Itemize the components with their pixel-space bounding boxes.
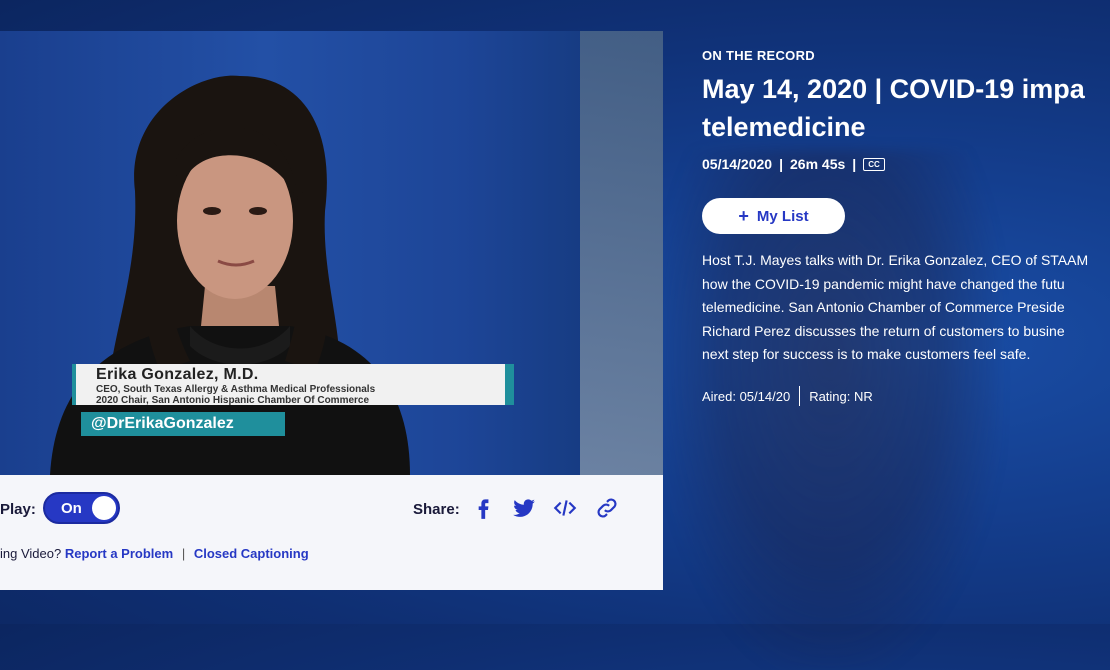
autoplay-state: On: [61, 500, 82, 517]
episode-title-line-1: May 14, 2020 | COVID-19 impa: [702, 74, 1085, 104]
description-line: telemedicine. San Antonio Chamber of Com…: [702, 299, 1065, 316]
social-handle: @DrErikaGonzalez: [81, 412, 285, 436]
episode-description: Host T.J. Mayes talks with Dr. Erika Gon…: [702, 249, 1110, 367]
divider: [799, 386, 801, 406]
video-controls-bar: Play: On Share: ing Video? Report a Prob…: [0, 475, 663, 590]
description-line: Richard Perez discusses the return of cu…: [702, 322, 1065, 339]
help-line: ing Video? Report a Problem | Closed Cap…: [0, 546, 309, 561]
my-list-label: My List: [756, 207, 809, 225]
description-line: next step for success is to make custome…: [702, 346, 1031, 363]
report-problem-link[interactable]: Report a Problem: [65, 546, 173, 561]
show-name[interactable]: ON THE RECORD: [702, 48, 815, 63]
meta-separator: |: [852, 156, 857, 172]
guest-title-line-1: CEO, South Texas Allergy & Asthma Medica…: [96, 384, 376, 395]
autoplay-toggle[interactable]: On: [43, 492, 120, 524]
twitter-icon[interactable]: [511, 495, 537, 521]
meta-separator: |: [779, 156, 783, 172]
copy-link-icon[interactable]: [594, 495, 620, 521]
toggle-knob: [92, 496, 116, 520]
plus-icon: +: [738, 206, 749, 226]
guest-name: Erika Gonzalez, M.D.: [96, 366, 259, 383]
my-list-button[interactable]: + My List: [702, 198, 845, 234]
studio-backdrop: [580, 31, 663, 475]
video-player[interactable]: Erika Gonzalez, M.D. CEO, South Texas Al…: [0, 31, 663, 475]
description-line: Host T.J. Mayes talks with Dr. Erika Gon…: [702, 252, 1089, 268]
share-label: Share:: [413, 501, 460, 518]
help-prefix: ing Video?: [0, 546, 62, 561]
episode-meta: 05/14/2020 | 26m 45s | CC: [702, 156, 885, 172]
closed-captioning-link[interactable]: Closed Captioning: [194, 546, 309, 561]
aired-date: Aired: 05/14/20: [702, 388, 791, 404]
episode-title-line-2: telemedicine: [702, 112, 866, 142]
facebook-icon[interactable]: [470, 495, 496, 521]
air-date: 05/14/2020: [702, 156, 773, 172]
aired-rating: Aired: 05/14/20 Rating: NR: [702, 386, 873, 406]
description-line: how the COVID-19 pandemic might have cha…: [702, 275, 1065, 292]
episode-title: May 14, 2020 | COVID-19 impa telemedicin…: [702, 70, 1110, 146]
duration: 26m 45s: [790, 156, 846, 172]
cc-icon: CC: [863, 157, 885, 171]
embed-code-icon[interactable]: [552, 495, 578, 521]
lower-third-caption: Erika Gonzalez, M.D. CEO, South Texas Al…: [72, 364, 514, 406]
guest-title-line-2: 2020 Chair, San Antonio Hispanic Chamber…: [96, 395, 370, 406]
separator: |: [181, 546, 186, 561]
rating: Rating: NR: [809, 388, 873, 404]
autoplay-label: Play:: [0, 501, 36, 518]
